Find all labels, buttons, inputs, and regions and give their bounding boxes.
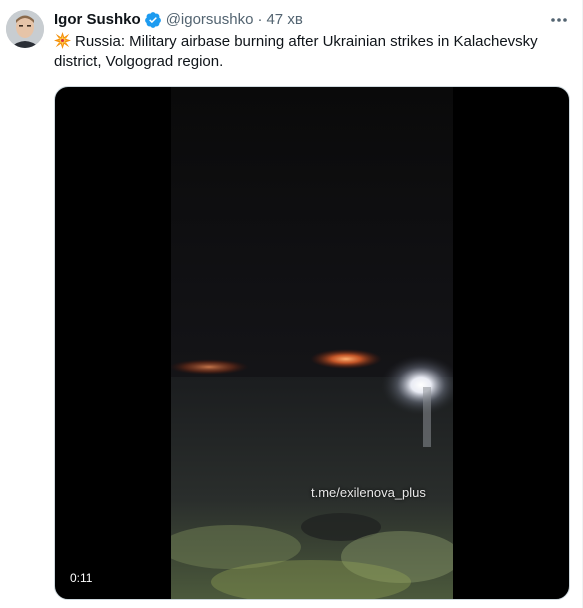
video-frame: t.me/exilenova_plus	[161, 87, 461, 599]
verified-badge-icon	[144, 11, 162, 29]
avatar-image	[6, 10, 44, 48]
author-name[interactable]: Igor Sushko	[54, 10, 141, 30]
more-options-icon[interactable]	[546, 10, 572, 30]
tweet-timestamp[interactable]: 47 хв	[266, 10, 302, 30]
video-watermark: t.me/exilenova_plus	[311, 485, 426, 500]
author-handle[interactable]: @igorsushko	[166, 10, 254, 30]
tweet-body-text: Russia: Military airbase burning after U…	[54, 33, 538, 70]
tweet-header: Igor Sushko @igorsushko · 47 хв	[54, 9, 542, 31]
video-player[interactable]: t.me/exilenova_plus 0:11	[54, 86, 570, 600]
video-duration: 0:11	[65, 569, 98, 587]
avatar[interactable]	[6, 10, 44, 48]
tweet[interactable]: Igor Sushko @igorsushko · 47 хв Russia: …	[0, 0, 583, 608]
separator-dot: ·	[257, 11, 263, 28]
video-still-image	[161, 349, 461, 599]
collision-icon	[54, 32, 71, 49]
tweet-text: Russia: Military airbase burning after U…	[54, 32, 574, 72]
